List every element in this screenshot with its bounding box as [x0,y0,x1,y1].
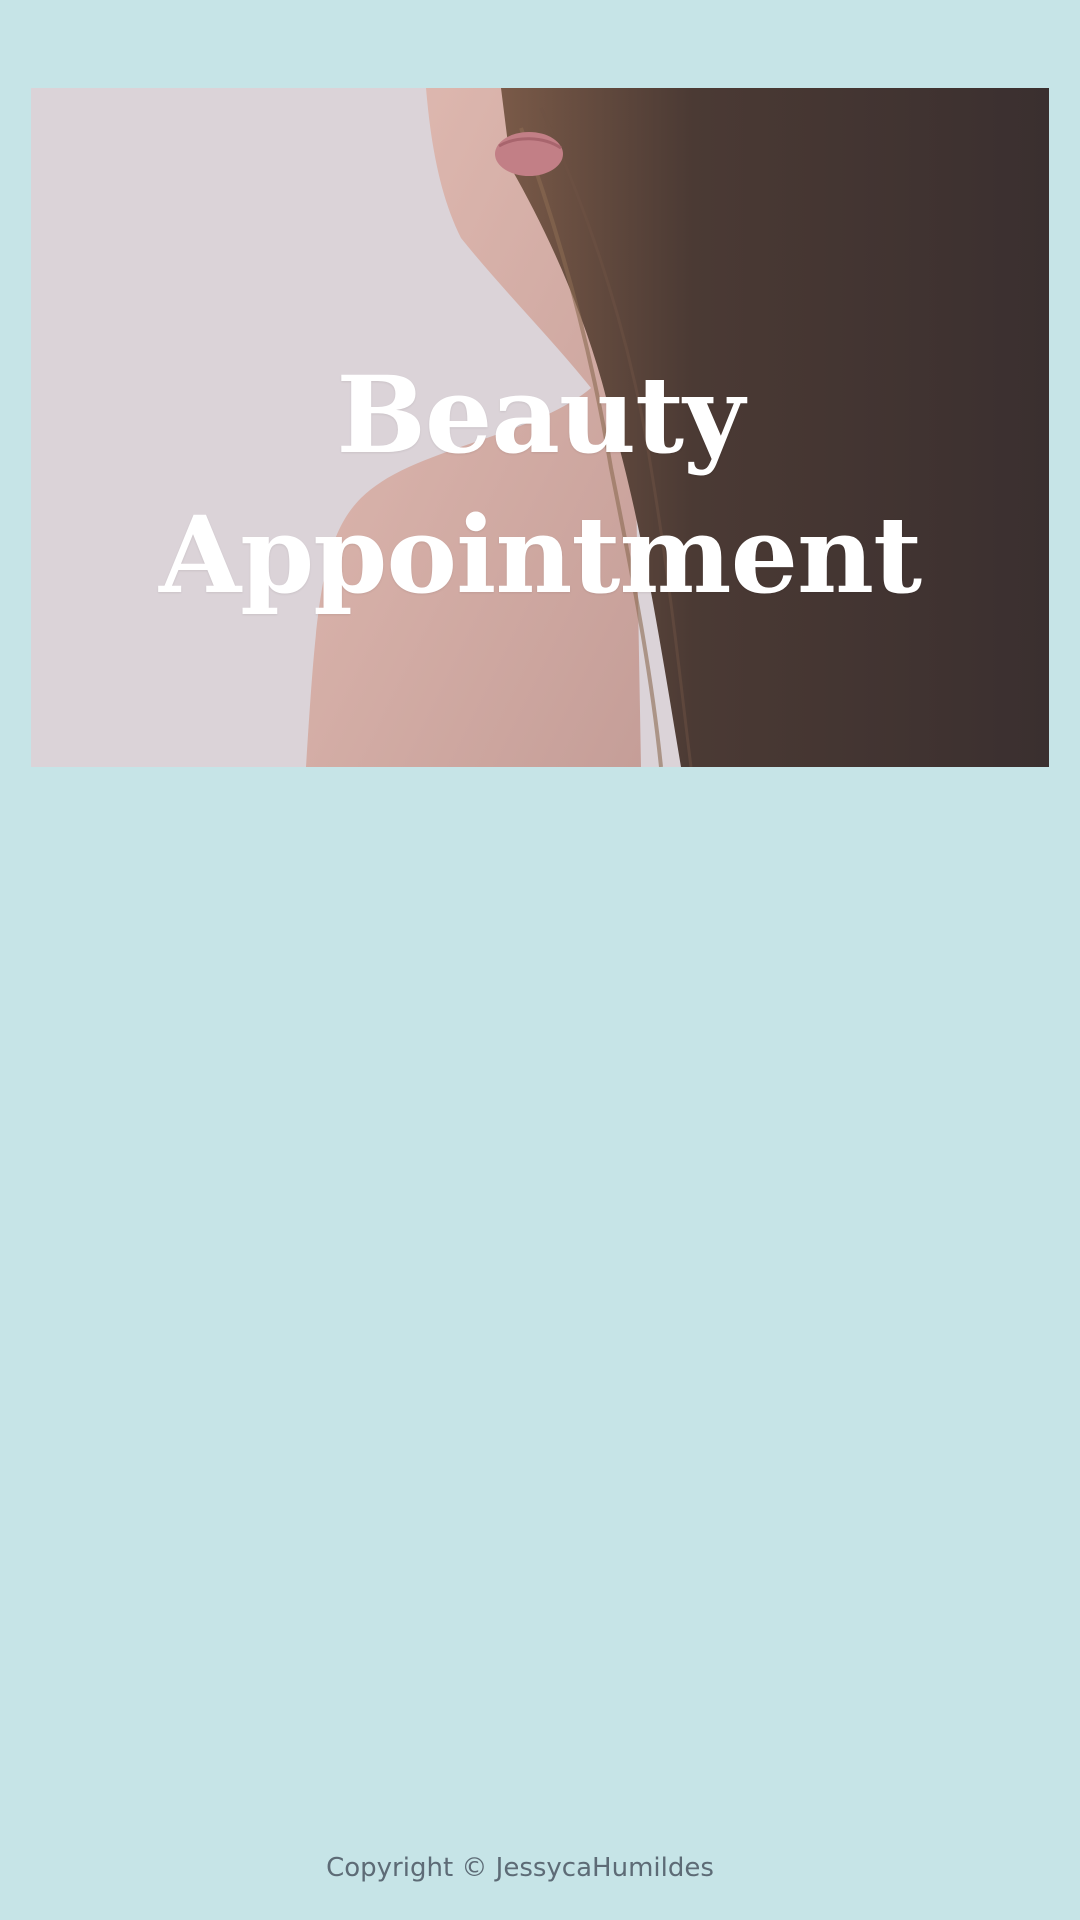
hero-title: Beauty Appointment [31,345,1049,625]
footer-copyright: Copyright © JessycaHumildes [326,1853,714,1883]
hero-title-line-1: Beauty [336,352,744,478]
hero-title-line-2: Appointment [158,492,922,618]
hero-banner: Beauty Appointment [31,88,1049,767]
